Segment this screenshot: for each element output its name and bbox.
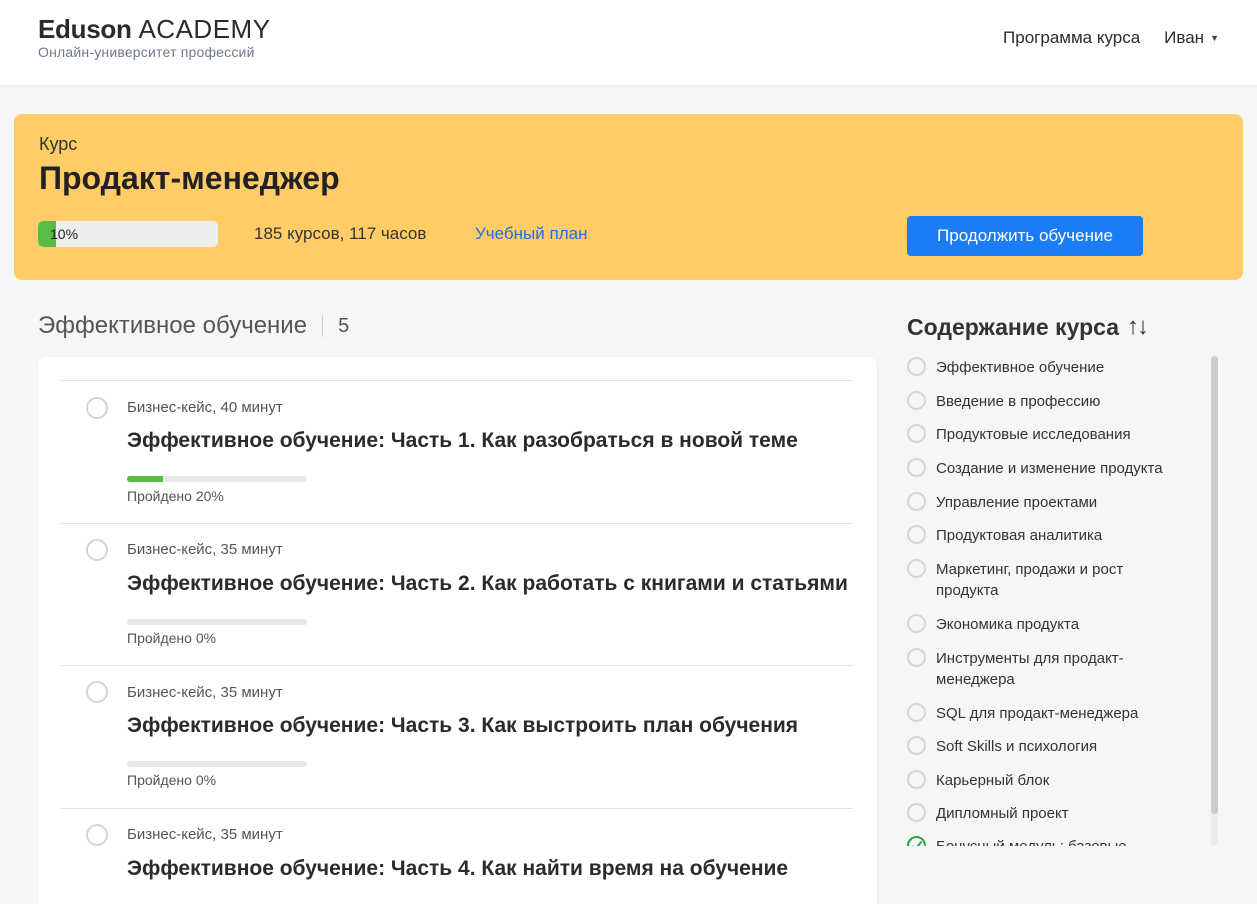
toc-item[interactable]: Маркетинг, продажи и рост продукта xyxy=(907,559,1197,601)
toc-status-circle-icon xyxy=(907,648,926,667)
lesson-item[interactable]: Бизнес-кейс, 35 минут Эффективное обучен… xyxy=(61,523,853,665)
section-divider xyxy=(322,315,324,337)
toc-title-text: Содержание курса xyxy=(907,313,1119,340)
lessons-card: Бизнес-кейс, 40 минут Эффективное обучен… xyxy=(38,357,877,904)
logo[interactable]: Eduson ACADEMY Онлайн-университет профес… xyxy=(38,14,271,60)
lesson-status-circle-icon xyxy=(86,681,108,703)
toc-item[interactable]: Карьерный блок xyxy=(907,770,1197,791)
lesson-progress-bar xyxy=(127,761,307,767)
toc-item-label: Маркетинг, продажи и рост продукта xyxy=(936,561,1124,599)
toc-item-label: Эффективное обучение xyxy=(936,359,1105,376)
toc-status-circle-icon xyxy=(907,736,926,755)
toc-item[interactable]: Эффективное обучение xyxy=(907,357,1197,378)
lesson-progress-fill xyxy=(127,476,163,482)
toc-scrollbar[interactable] xyxy=(1211,356,1218,846)
toc-status-circle-icon xyxy=(907,458,926,477)
toc-status-circle-icon xyxy=(907,357,926,376)
lesson-meta: Бизнес-кейс, 40 минут xyxy=(127,399,283,416)
lesson-progress-bar xyxy=(127,476,307,482)
section-header: Эффективное обучение 5 xyxy=(38,312,349,340)
course-progress-text: 10% xyxy=(50,226,79,242)
toc-item[interactable]: SQL для продакт-менеджера xyxy=(907,703,1197,724)
toc-item-label: Инструменты для продакт-менеджера xyxy=(936,650,1124,688)
toc-scrollbar-thumb[interactable] xyxy=(1211,356,1218,814)
toc-item-label: Создание и изменение продукта xyxy=(936,460,1163,477)
toc-item-label: SQL для продакт-менеджера xyxy=(936,705,1139,722)
continue-learning-button[interactable]: Продолжить обучение xyxy=(907,216,1143,256)
toc-item-label: Дипломный проект xyxy=(936,805,1069,822)
course-progress-bar: 10% xyxy=(38,221,218,247)
toc-item[interactable]: Продуктовые исследования xyxy=(907,424,1197,445)
toc-item-label: Карьерный блок xyxy=(936,772,1050,789)
toc-item[interactable]: Дипломный проект xyxy=(907,803,1197,824)
toc-item-label: Продуктовые исследования xyxy=(936,426,1131,443)
lesson-item[interactable]: Бизнес-кейс, 40 минут Эффективное обучен… xyxy=(61,380,853,523)
toc-item-label: Soft Skills и психология xyxy=(936,738,1098,755)
section-title: Эффективное обучение xyxy=(38,312,308,339)
logo-wordmark: Eduson ACADEMY xyxy=(38,14,271,44)
toc-list[interactable]: Эффективное обучение Введение в професси… xyxy=(907,354,1207,846)
toc-title: Содержание курса ↑↓ xyxy=(907,313,1149,341)
lesson-progress-text: Пройдено 20% xyxy=(127,488,224,504)
lesson-meta: Бизнес-кейс, 35 минут xyxy=(127,541,283,558)
caret-down-icon: ▼ xyxy=(1210,33,1219,43)
lesson-title[interactable]: Эффективное обучение: Часть 4. Как найти… xyxy=(127,857,788,881)
toc-status-circle-icon xyxy=(907,559,926,578)
toc-item[interactable]: Продуктовая аналитика xyxy=(907,525,1197,546)
lesson-status-circle-icon xyxy=(86,397,108,419)
course-banner: Курс Продакт-менеджер 10% 185 курсов, 11… xyxy=(14,114,1243,280)
toc-item[interactable]: Soft Skills и психология xyxy=(907,736,1197,757)
toc-status-circle-icon xyxy=(907,614,926,633)
nav-course-program[interactable]: Программа курса xyxy=(1003,28,1140,48)
toc-status-circle-icon xyxy=(907,492,926,511)
toc-status-circle-icon xyxy=(907,391,926,410)
course-kicker: Курс xyxy=(39,134,78,154)
lesson-title[interactable]: Эффективное обучение: Часть 2. Как работ… xyxy=(127,572,848,596)
user-menu[interactable]: Иван ▼ xyxy=(1164,28,1219,48)
lesson-title[interactable]: Эффективное обучение: Часть 3. Как выстр… xyxy=(127,714,798,738)
toc-status-circle-icon xyxy=(907,424,926,443)
study-plan-link[interactable]: Учебный план xyxy=(475,224,587,244)
toc-item[interactable]: Инструменты для продакт-менеджера xyxy=(907,648,1197,690)
lesson-meta: Бизнес-кейс, 35 минут xyxy=(127,826,283,843)
top-header: Eduson ACADEMY Онлайн-университет профес… xyxy=(0,0,1257,85)
toc-item-label: Продуктовая аналитика xyxy=(936,527,1103,544)
lesson-progress-text: Пройдено 0% xyxy=(127,630,217,646)
lesson-progress-bar xyxy=(127,619,307,625)
lesson-item[interactable]: Бизнес-кейс, 35 минут Эффективное обучен… xyxy=(61,808,853,904)
toc-status-circle-icon xyxy=(907,803,926,822)
logo-tagline: Онлайн-университет профессий xyxy=(38,44,255,60)
toc-item-label: Управление проектами xyxy=(936,494,1098,511)
sort-arrows-icon[interactable]: ↑↓ xyxy=(1127,313,1149,341)
lesson-meta: Бизнес-кейс, 35 минут xyxy=(127,684,283,701)
toc-item[interactable]: Создание и изменение продукта xyxy=(907,458,1197,479)
toc-status-circle-icon xyxy=(907,525,926,544)
toc-status-circle-icon xyxy=(907,770,926,789)
course-stats: 185 курсов, 117 часов xyxy=(254,224,427,243)
toc-status-circle-icon xyxy=(907,703,926,722)
lesson-status-circle-icon xyxy=(86,539,108,561)
toc-item[interactable]: Бонусный модуль: базовые xyxy=(907,836,1197,846)
toc-item[interactable]: Управление проектами xyxy=(907,492,1197,513)
lesson-item[interactable]: Бизнес-кейс, 35 минут Эффективное обучен… xyxy=(61,665,853,808)
toc-item-label: Экономика продукта xyxy=(936,616,1080,633)
section-count: 5 xyxy=(338,314,350,337)
user-name: Иван xyxy=(1164,28,1205,47)
course-title: Продакт-менеджер xyxy=(39,160,340,196)
lesson-title[interactable]: Эффективное обучение: Часть 1. Как разоб… xyxy=(127,429,798,453)
toc-item-label: Бонусный модуль: базовые xyxy=(936,836,1127,846)
top-nav: Программа курса Иван ▼ xyxy=(1003,28,1219,48)
lesson-progress-text: Пройдено 0% xyxy=(127,772,217,788)
lesson-status-circle-icon xyxy=(86,824,108,846)
toc-item[interactable]: Экономика продукта xyxy=(907,614,1197,635)
check-circle-icon xyxy=(907,836,926,846)
toc-item[interactable]: Введение в профессию xyxy=(907,391,1197,412)
toc-item-label: Введение в профессию xyxy=(936,393,1101,410)
